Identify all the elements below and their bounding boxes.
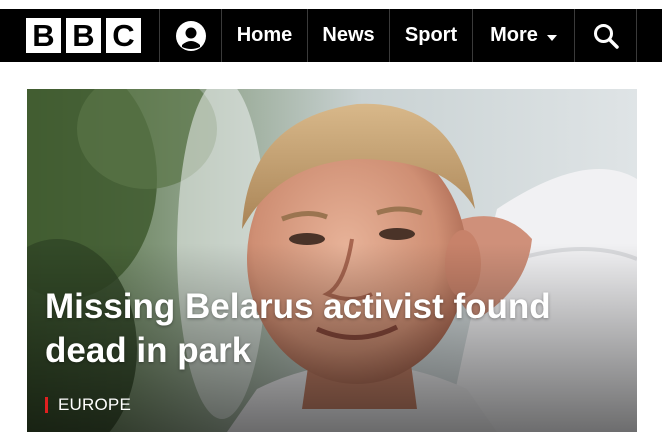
hero-story-card[interactable]: Missing Belarus activist found dead in p… [27, 89, 637, 432]
logo-letter-b1: B [26, 18, 61, 53]
account-icon [175, 20, 206, 51]
top-navigation: B B C Home News Sport More [0, 9, 662, 62]
bbc-logo-link[interactable]: B B C [0, 9, 160, 62]
hero-image-overlay [27, 89, 637, 432]
logo-letter-c: C [106, 18, 141, 53]
nav-item-more[interactable]: More [473, 9, 575, 62]
search-icon [593, 23, 619, 49]
logo-letter-b2: B [66, 18, 101, 53]
section-label: EUROPE [58, 395, 131, 414]
section-accent-bar [45, 397, 48, 413]
nav-item-home[interactable]: Home [222, 9, 308, 62]
nav-item-more-label: More [490, 24, 538, 46]
nav-item-news[interactable]: News [308, 9, 390, 62]
chevron-down-icon [546, 34, 557, 41]
search-button[interactable] [575, 9, 637, 62]
hero-headline[interactable]: Missing Belarus activist found dead in p… [45, 285, 625, 373]
account-button[interactable] [160, 9, 222, 62]
bbc-logo: B B C [26, 18, 141, 53]
nav-item-sport[interactable]: Sport [390, 9, 473, 62]
section-tag[interactable]: EUROPE [45, 395, 131, 415]
